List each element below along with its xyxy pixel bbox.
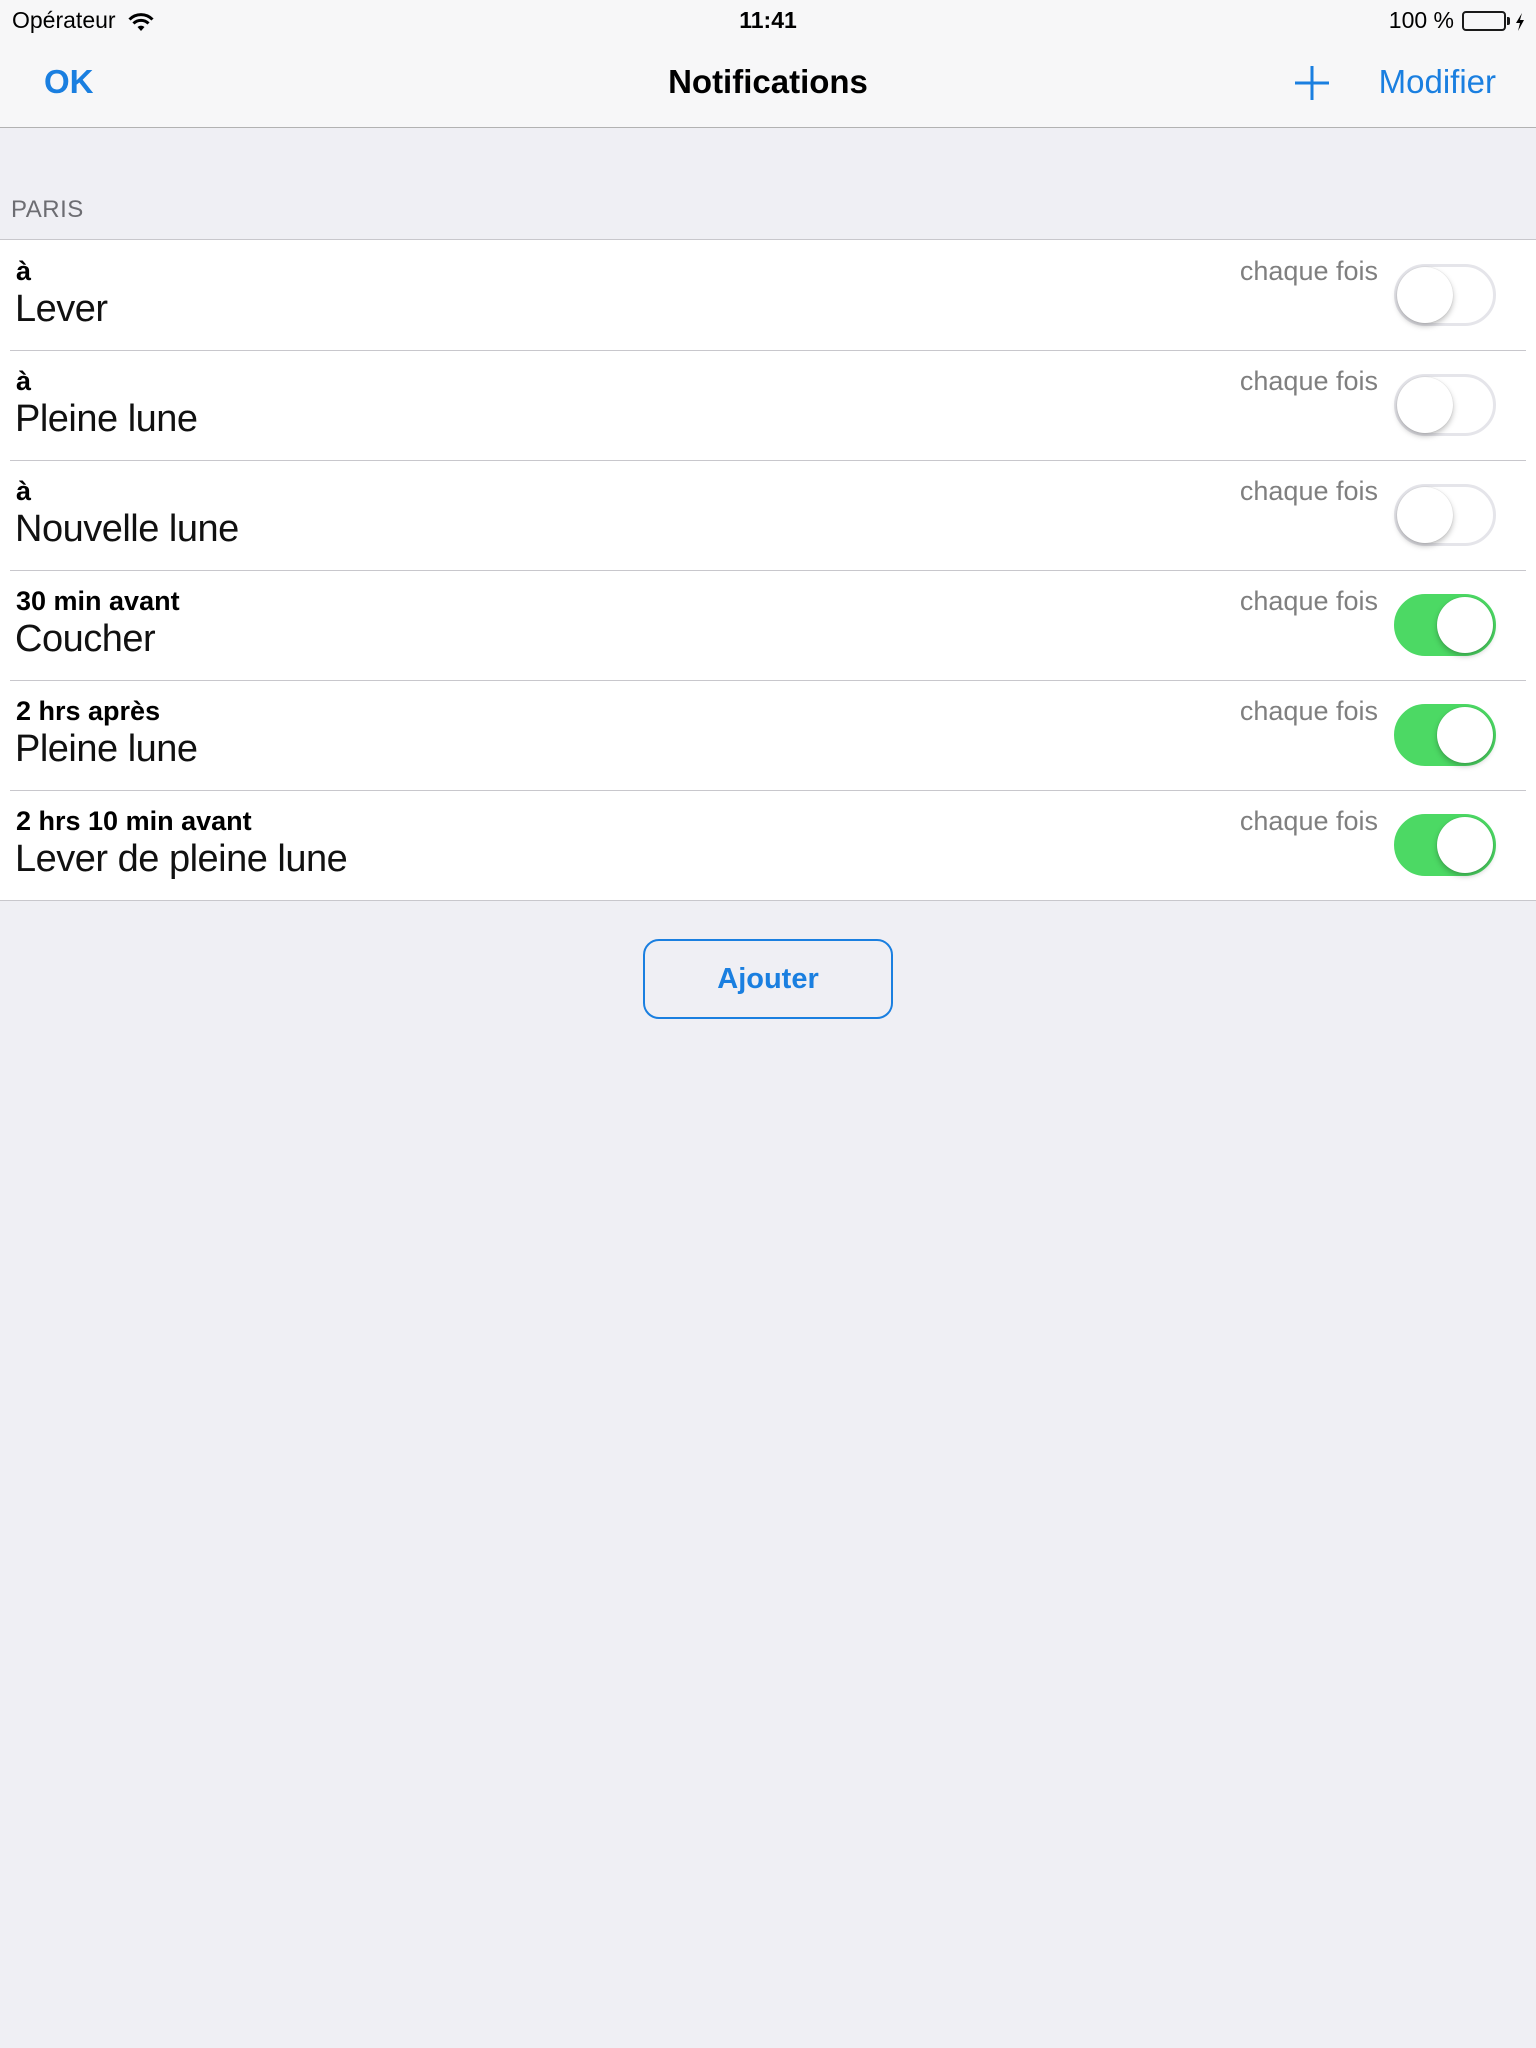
toggle-knob	[1437, 817, 1493, 873]
notification-toggle[interactable]	[1394, 704, 1496, 766]
row-event: Pleine lune	[15, 398, 198, 440]
navigation-bar: OK Notifications Modifier	[0, 40, 1536, 128]
section-header: PARIS	[11, 196, 84, 223]
clock: 11:41	[739, 7, 797, 33]
notification-row[interactable]: 2 hrs après Pleine lune chaque fois	[0, 680, 1536, 790]
edit-button[interactable]: Modifier	[1379, 63, 1496, 101]
row-event: Nouvelle lune	[15, 508, 239, 550]
toggle-knob	[1397, 377, 1453, 433]
row-repeat: chaque fois	[1239, 806, 1378, 836]
row-event: Coucher	[15, 618, 156, 660]
notification-row[interactable]: à Nouvelle lune chaque fois	[0, 460, 1536, 570]
toggle-knob	[1397, 487, 1453, 543]
row-offset: à	[16, 256, 32, 286]
row-offset: à	[16, 476, 32, 506]
notification-row[interactable]: à Lever chaque fois	[0, 240, 1536, 350]
ok-button[interactable]: OK	[44, 63, 94, 101]
row-event: Lever de pleine lune	[15, 838, 348, 880]
toggle-knob	[1397, 267, 1453, 323]
battery-icon	[1462, 10, 1510, 32]
battery-percentage: 100 %	[1388, 7, 1454, 33]
row-offset: 30 min avant	[16, 586, 180, 616]
add-button[interactable]: Ajouter	[643, 939, 893, 1019]
toggle-knob	[1437, 707, 1493, 763]
row-offset: à	[16, 366, 32, 396]
notification-toggle[interactable]	[1394, 484, 1496, 546]
row-offset: 2 hrs 10 min avant	[16, 806, 252, 836]
status-bar: Opérateur 11:41 100 %	[0, 0, 1536, 40]
notification-row[interactable]: 30 min avant Coucher chaque fois	[0, 570, 1536, 680]
notification-toggle[interactable]	[1394, 814, 1496, 876]
plus-icon[interactable]	[1293, 64, 1331, 102]
row-event: Lever	[15, 288, 108, 330]
row-repeat: chaque fois	[1239, 696, 1378, 726]
status-bar-right: 100 %	[1389, 7, 1526, 34]
notification-toggle[interactable]	[1394, 264, 1496, 326]
notification-toggle[interactable]	[1394, 374, 1496, 436]
row-event: Pleine lune	[15, 728, 198, 770]
row-repeat: chaque fois	[1239, 476, 1378, 506]
row-offset: 2 hrs après	[16, 696, 161, 726]
bolt-icon	[1514, 11, 1526, 31]
notification-row[interactable]: à Pleine lune chaque fois	[0, 350, 1536, 460]
row-repeat: chaque fois	[1239, 366, 1378, 396]
notification-toggle[interactable]	[1394, 594, 1496, 656]
page-title: Notifications	[668, 63, 868, 100]
row-repeat: chaque fois	[1239, 256, 1378, 286]
row-repeat: chaque fois	[1239, 586, 1378, 616]
notification-list: à Lever chaque fois à Pleine lune chaque…	[0, 239, 1536, 901]
toggle-knob	[1437, 597, 1493, 653]
notification-row[interactable]: 2 hrs 10 min avant Lever de pleine lune …	[0, 790, 1536, 900]
